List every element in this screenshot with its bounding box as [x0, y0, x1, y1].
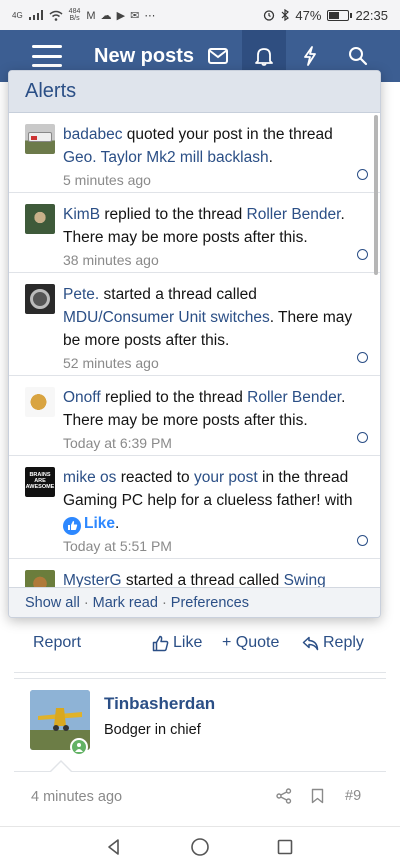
- quote-button[interactable]: + Quote: [222, 634, 279, 652]
- net-speed: 484 B/s: [68, 8, 81, 22]
- divider: [14, 678, 386, 679]
- menu-icon[interactable]: [32, 45, 62, 67]
- username-link[interactable]: Tinbasherdan: [104, 694, 215, 714]
- alert-thread-link[interactable]: Roller Bender: [247, 389, 341, 406]
- preferences-link[interactable]: Preferences: [171, 595, 249, 611]
- alert-item[interactable]: Pete. started a thread called MDU/Consum…: [9, 273, 380, 376]
- notification-icons: M ☁ ▶ ✉ ⋯: [86, 9, 157, 22]
- battery-icon: [327, 9, 353, 21]
- post-actions: Report Like + Quote Reply: [0, 630, 400, 660]
- clock: 22:35: [355, 7, 388, 23]
- alert-text-end: .: [115, 515, 120, 532]
- scrollbar[interactable]: [374, 115, 378, 275]
- alert-text: replied to the thread: [100, 206, 247, 223]
- alert-thread-link[interactable]: MDU/Consumer Unit switches: [63, 309, 270, 326]
- like-button[interactable]: Like: [152, 634, 202, 652]
- alert-item[interactable]: BRAINS ARE AWESOME mike os reacted to yo…: [9, 456, 380, 559]
- avatar[interactable]: [25, 387, 55, 417]
- post-number-link[interactable]: #9: [345, 788, 361, 804]
- alert-item[interactable]: KimB replied to the thread Roller Bender…: [9, 193, 380, 273]
- separator: ·: [83, 594, 89, 611]
- reply-button[interactable]: Reply: [302, 634, 364, 652]
- alert-thread-link[interactable]: Roller Bender: [247, 206, 341, 223]
- reaction-label: Like: [84, 515, 116, 532]
- alarm-icon: [264, 10, 275, 21]
- alert-user-link[interactable]: Pete.: [63, 286, 99, 303]
- alert-user-link[interactable]: mike os: [63, 469, 116, 486]
- avatar[interactable]: [25, 284, 55, 314]
- alert-text-end: .: [268, 149, 273, 166]
- alert-text: started a thread called: [99, 286, 257, 303]
- alert-text: quoted your post in the thread: [122, 126, 333, 143]
- like-reaction-icon: [63, 516, 81, 535]
- alert-item[interactable]: Onoff replied to the thread Roller Bende…: [9, 376, 380, 456]
- alert-thread-link[interactable]: Geo. Taylor Mk2 mill backlash: [63, 149, 269, 166]
- avatar[interactable]: [25, 204, 55, 234]
- back-icon[interactable]: [102, 835, 126, 859]
- alert-thread-link[interactable]: your post: [194, 469, 258, 486]
- recents-icon[interactable]: [273, 835, 297, 859]
- alert-text: reacted to: [116, 469, 194, 486]
- report-button[interactable]: Report: [33, 634, 81, 652]
- alerts-footer: Show all · Mark read · Preferences: [9, 587, 380, 617]
- avatar[interactable]: BRAINS ARE AWESOME: [25, 467, 55, 497]
- divider: [14, 672, 386, 673]
- mark-read-toggle[interactable]: [357, 249, 368, 260]
- post-timestamp[interactable]: 4 minutes ago: [31, 789, 122, 805]
- user-title: Bodger in chief: [104, 722, 201, 738]
- alert-item[interactable]: badabec quoted your post in the thread G…: [9, 113, 380, 193]
- alerts-popup: Alerts badabec quoted your post in the t…: [8, 70, 381, 618]
- wifi-icon: [49, 10, 63, 21]
- bluetooth-icon: [281, 9, 290, 21]
- mark-read-toggle[interactable]: [357, 352, 368, 363]
- alert-item[interactable]: MysterG started a thread called Swing: [9, 559, 380, 590]
- signal-icon: [28, 10, 43, 20]
- system-nav-bar: [0, 826, 400, 866]
- alert-user-link[interactable]: KimB: [63, 206, 100, 223]
- status-bar: 4G 484 B/s M ☁ ▶ ✉ ⋯ 47% 22:35: [0, 0, 400, 30]
- message-notch-inner: [51, 762, 71, 772]
- thumbs-up-icon: [152, 635, 169, 651]
- like-label: Like: [173, 634, 203, 651]
- alerts-list[interactable]: badabec quoted your post in the thread G…: [9, 113, 380, 590]
- bookmark-icon[interactable]: [311, 788, 324, 808]
- battery-percent: 47%: [295, 7, 322, 23]
- page-title[interactable]: New posts: [94, 45, 194, 68]
- online-status-icon: [70, 738, 88, 756]
- mark-read-toggle[interactable]: [357, 535, 368, 546]
- battery-fill: [329, 11, 339, 19]
- status-right: 47% 22:35: [263, 8, 388, 23]
- status-left: 4G 484 B/s M ☁ ▶ ✉ ⋯: [12, 8, 156, 22]
- mark-read-toggle[interactable]: [357, 169, 368, 180]
- mark-read-toggle[interactable]: [357, 432, 368, 443]
- reply-label: Reply: [323, 634, 364, 651]
- separator: ·: [161, 594, 167, 611]
- mark-read-link[interactable]: Mark read: [93, 595, 158, 611]
- reply-icon: [302, 636, 319, 650]
- alert-user-link[interactable]: Onoff: [63, 389, 101, 406]
- show-all-link[interactable]: Show all: [25, 595, 80, 611]
- alert-text: replied to the thread: [100, 389, 248, 406]
- alerts-title: Alerts: [9, 71, 380, 113]
- home-icon[interactable]: [188, 835, 212, 859]
- avatar[interactable]: [25, 124, 55, 154]
- alert-user-link[interactable]: badabec: [63, 126, 122, 143]
- network-indicator: 4G: [12, 10, 23, 20]
- share-icon[interactable]: [276, 788, 292, 808]
